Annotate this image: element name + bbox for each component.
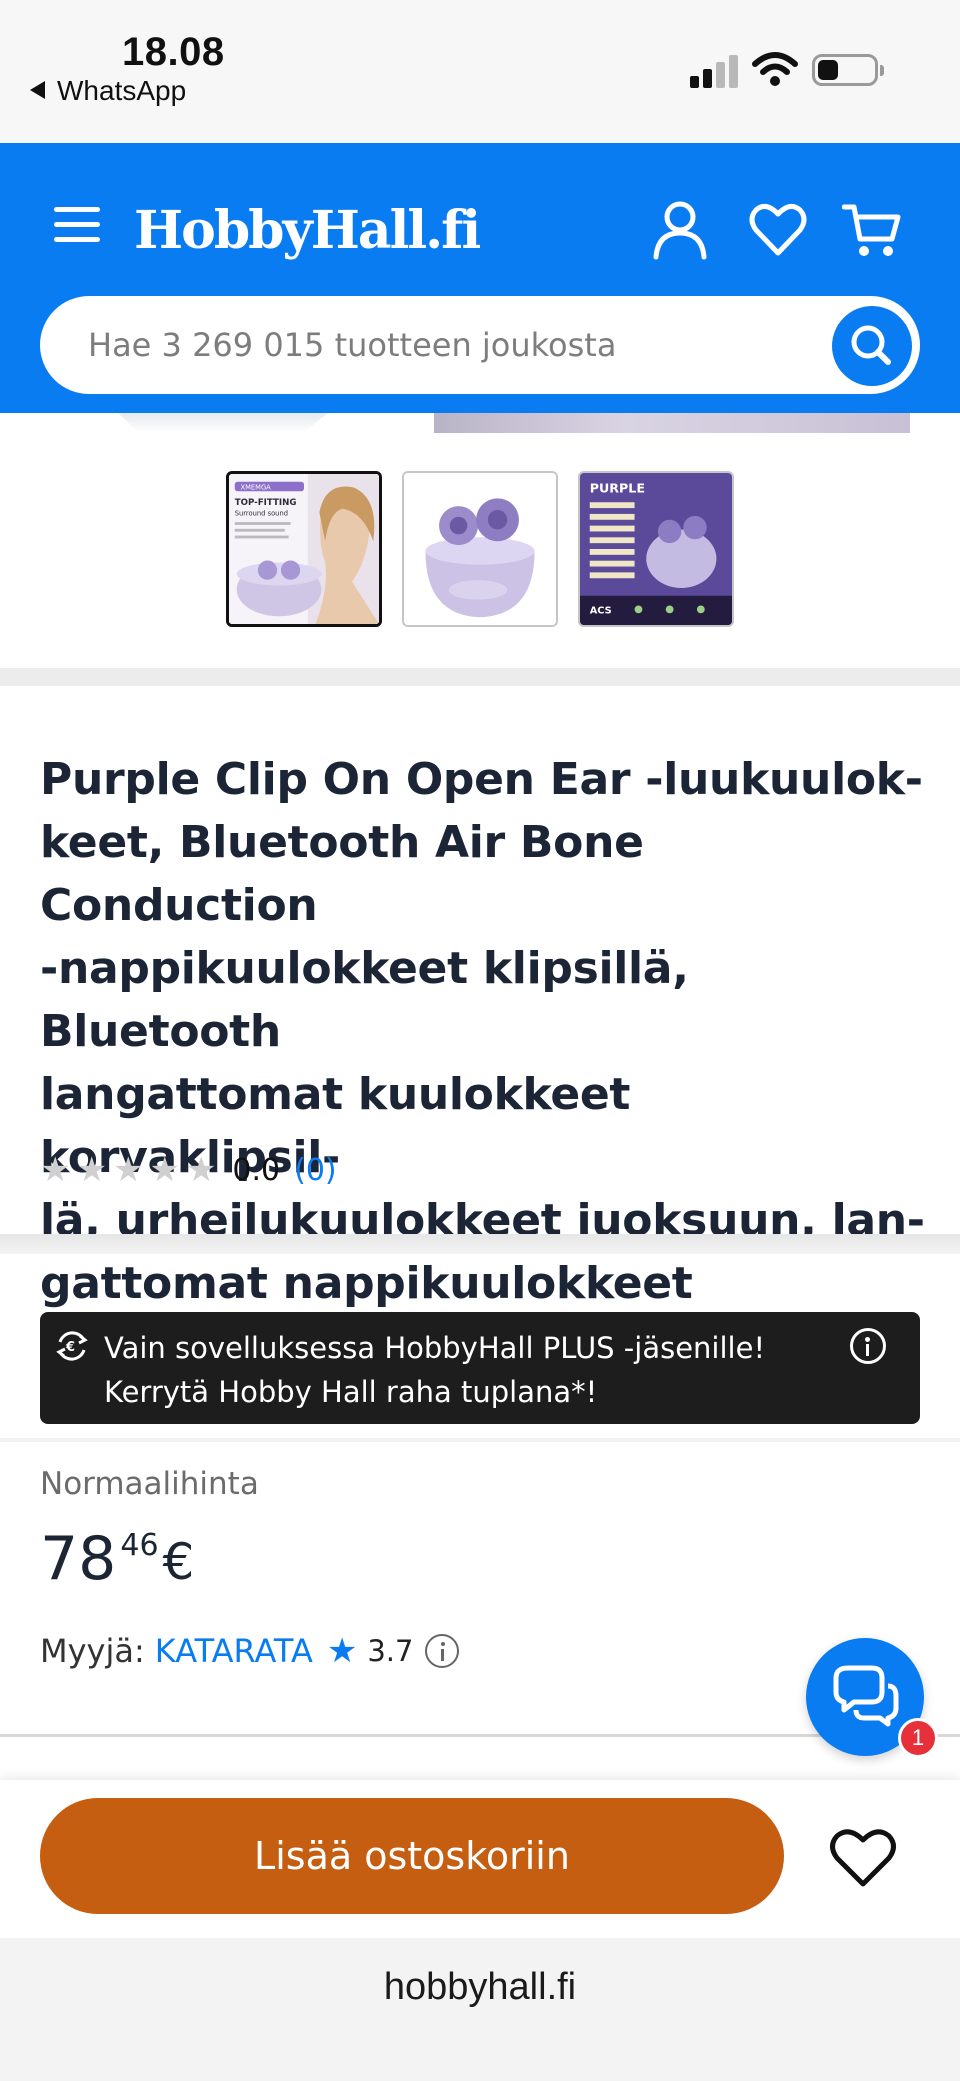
product-title-line: -nappikuulokkeet klipsillä, Bluetooth: [40, 943, 689, 1057]
price-whole: 78: [40, 1524, 117, 1594]
product-price: 78 46€: [40, 1524, 194, 1594]
product-title-line: Purple Clip On Open Ear -luukuulok-: [40, 754, 923, 805]
account-icon[interactable]: [650, 199, 710, 261]
promo-text: Vain sovelluksessa HobbyHall PLUS -jäsen…: [104, 1326, 844, 1414]
seller-star-icon: ★: [326, 1631, 358, 1671]
divider: [0, 1234, 960, 1254]
star-icon: ★: [40, 1150, 71, 1190]
battery-icon: [812, 54, 884, 86]
svg-text:€: €: [65, 1340, 75, 1355]
search-icon: [851, 325, 891, 365]
site-header: HobbyHall.fi: [0, 143, 960, 413]
site-logo[interactable]: HobbyHall.fi: [134, 200, 481, 261]
product-title-line: keet, Bluetooth Air Bone Conduction: [40, 817, 644, 931]
star-icon: ★: [185, 1150, 217, 1190]
thumbnail-1[interactable]: XMEMGA TOP-FITTING Surround sound: [226, 471, 382, 627]
star-icon: ★: [76, 1150, 107, 1190]
thumb3-footer: ACS: [590, 605, 612, 616]
wifi-icon: [752, 52, 798, 86]
back-app-label: WhatsApp: [57, 75, 187, 106]
thumb1-heading: TOP-FITTING: [235, 498, 297, 508]
reviews-count-link[interactable]: (0): [294, 1153, 337, 1188]
wishlist-heart-icon[interactable]: [748, 199, 808, 261]
thumb3-heading: PURPLE: [590, 480, 645, 495]
product-rating: ★ ★ ★ ★ ★ 0.0 (0): [40, 1150, 337, 1190]
rating-value: 0.0: [232, 1152, 281, 1188]
thumbnail-2[interactable]: [402, 471, 558, 627]
browser-url: hobbyhall.fi: [383, 1966, 577, 2008]
price-currency: €: [162, 1533, 195, 1591]
search-button[interactable]: [832, 306, 912, 386]
star-icon: ★: [149, 1150, 180, 1190]
info-icon[interactable]: [850, 1328, 886, 1364]
rating-stars: ★ ★ ★ ★ ★: [40, 1153, 216, 1187]
search-input[interactable]: [88, 296, 848, 394]
product-title: Purple Clip On Open Ear -luukuulok- keet…: [40, 748, 930, 1315]
add-to-cart-button[interactable]: Lisää ostoskoriin: [40, 1798, 784, 1914]
seller-name-link[interactable]: KATARATA: [155, 1632, 313, 1670]
plus-promo-banner[interactable]: € Vain sovelluksessa HobbyHall PLUS -jäs…: [40, 1312, 920, 1424]
divider: [0, 1438, 960, 1442]
seller-info-icon[interactable]: [425, 1634, 460, 1668]
menu-icon[interactable]: [54, 207, 100, 243]
product-thumbnail-image: [404, 473, 556, 625]
back-arrow-icon: [30, 81, 45, 99]
euro-cycle-icon: €: [56, 1331, 88, 1361]
promo-line-2: Kerrytä Hobby Hall raha tuplana*!: [104, 1375, 598, 1409]
thumb1-badge: XMEMGA: [241, 483, 272, 491]
promo-line-1: Vain sovelluksessa HobbyHall PLUS -jäsen…: [104, 1331, 766, 1365]
price-cents: 46: [120, 1528, 159, 1563]
price-label: Normaalihinta: [40, 1466, 259, 1502]
status-time: 18.08: [122, 30, 225, 74]
back-to-app-link[interactable]: WhatsApp: [30, 75, 186, 107]
product-thumbnail-image: XMEMGA TOP-FITTING Surround sound: [229, 474, 379, 624]
product-thumbnail-image: PURPLE ACS: [580, 473, 732, 625]
thumbnail-gallery: XMEMGA TOP-FITTING Surround sound PURPLE…: [0, 433, 960, 668]
add-to-wishlist-heart-icon[interactable]: [826, 1820, 900, 1894]
status-bar: 18.08 WhatsApp: [0, 0, 960, 143]
search-bar: [40, 296, 920, 394]
thumbnail-3[interactable]: PURPLE ACS: [578, 471, 734, 627]
thumb1-subheading: Surround sound: [235, 509, 288, 517]
browser-url-bar[interactable]: hobbyhall.fi: [0, 1938, 960, 2081]
chat-notification-badge: 1: [898, 1718, 938, 1758]
cart-icon[interactable]: [842, 199, 902, 261]
cellular-signal-icon: [690, 54, 738, 88]
seller-label: Myyjä:: [40, 1632, 145, 1670]
star-icon: ★: [112, 1150, 144, 1190]
product-main-image[interactable]: [0, 413, 960, 433]
product-title-line: gattomat nappikuulokkeet: [40, 1258, 693, 1309]
purchase-bar: Lisää ostoskoriin: [0, 1780, 960, 1938]
seller-info: Myyjä: KATARATA ★ 3.7: [40, 1630, 460, 1672]
seller-rating: 3.7: [367, 1634, 414, 1668]
divider: [0, 668, 960, 686]
